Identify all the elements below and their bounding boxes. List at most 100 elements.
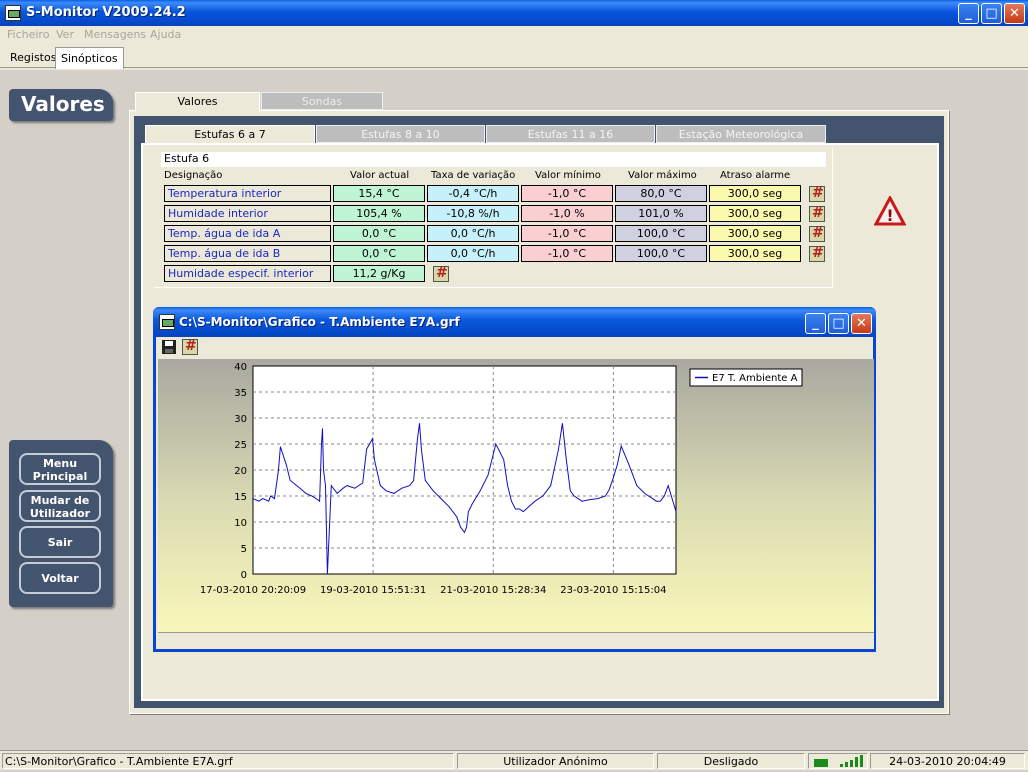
row-name: Temp. água de ida A — [164, 225, 331, 242]
status-path: C:\S-Monitor\Grafico - T.Ambiente E7A.gr… — [2, 753, 454, 769]
menu-principal-button[interactable]: Menu Principal — [19, 453, 101, 485]
top-tab-bar: Registos Sinópticos — [0, 46, 1028, 69]
x-tick-label: 21-03-2010 15:28:34 — [440, 585, 546, 596]
graph-app-icon — [159, 314, 175, 330]
line-chart: 0 5 10 15 20 25 30 35 40 17-03-2010 20:20:09 19-03… — [200, 362, 803, 596]
panel-title: Valores — [9, 89, 113, 121]
y-tick-label: 10 — [234, 518, 247, 529]
legend-label: E7 T. Ambiente A — [712, 373, 798, 384]
header-valor-actual: Valor actual — [350, 170, 410, 181]
x-tick-label: 19-03-2010 15:51:31 — [320, 585, 426, 596]
header-valor-minimo: Valor mínimo — [535, 170, 601, 181]
graph-grid-icon[interactable] — [809, 225, 825, 242]
status-signal — [808, 753, 868, 769]
tab-sinopticos[interactable]: Sinópticos — [55, 47, 124, 69]
warning-icon[interactable]: ! — [874, 196, 906, 226]
value-maximo[interactable]: 100,0 °C — [615, 245, 707, 262]
row-name: Temperatura interior — [164, 185, 331, 202]
graph-window: C:\S-Monitor\Grafico - T.Ambiente E7A.gr… — [153, 307, 876, 652]
graph-grid-icon[interactable] — [809, 185, 825, 202]
voltar-button[interactable]: Voltar — [19, 562, 101, 594]
row-name: Humidade especif. interior — [164, 265, 331, 282]
close-button[interactable]: ✕ — [1004, 3, 1025, 24]
value-actual: 11,2 g/Kg — [333, 265, 425, 282]
value-minimo[interactable]: -1,0 % — [521, 205, 613, 222]
tab-sondas[interactable]: Sondas — [261, 92, 383, 110]
main-window: S-Monitor V2009.24.2 _ □ ✕ Ficheiro Ver … — [0, 0, 1028, 770]
y-tick-label: 0 — [241, 570, 247, 581]
value-taxa: -10,8 %/h — [427, 205, 519, 222]
sair-button[interactable]: Sair — [19, 526, 101, 558]
graph-grid-icon[interactable] — [182, 338, 198, 355]
value-maximo[interactable]: 101,0 % — [615, 205, 707, 222]
row-name: Humidade interior — [164, 205, 331, 222]
value-minimo[interactable]: -1,0 °C — [521, 185, 613, 202]
svg-text:!: ! — [886, 206, 893, 225]
navigation-panel: Menu Principal Mudar de Utilizador Sair … — [9, 440, 113, 607]
graph-grid-icon[interactable] — [809, 245, 825, 262]
row-name: Temp. água de ida B — [164, 245, 331, 262]
y-tick-label: 15 — [234, 492, 247, 503]
tab-estufas-6-7[interactable]: Estufas 6 a 7 — [145, 125, 315, 145]
graph-minimize-button[interactable]: _ — [805, 313, 826, 334]
value-atraso[interactable]: 300,0 seg — [709, 225, 801, 242]
value-taxa: 0,0 °C/h — [427, 245, 519, 262]
menu-ficheiro[interactable]: Ficheiro — [7, 28, 49, 41]
status-connection: Desligado — [657, 753, 805, 769]
y-tick-label: 35 — [234, 388, 247, 399]
window-title: S-Monitor V2009.24.2 — [26, 5, 186, 20]
y-tick-label: 5 — [241, 544, 247, 555]
menu-bar: Ficheiro Ver Mensagens Ajuda — [0, 26, 1028, 45]
graph-grid-icon[interactable] — [809, 205, 825, 222]
value-maximo[interactable]: 100,0 °C — [615, 225, 707, 242]
value-actual: 0,0 °C — [333, 245, 425, 262]
value-actual: 0,0 °C — [333, 225, 425, 242]
tab-registos[interactable]: Registos — [5, 47, 61, 68]
tab-estacao-meteorologica[interactable]: Estação Meteorológica — [656, 125, 826, 143]
y-tick-label: 25 — [234, 440, 247, 451]
menu-ver[interactable]: Ver — [56, 28, 74, 41]
graph-window-titlebar: C:\S-Monitor\Grafico - T.Ambiente E7A.gr… — [153, 307, 876, 337]
value-atraso[interactable]: 300,0 seg — [709, 205, 801, 222]
menu-ajuda[interactable]: Ajuda — [150, 28, 181, 41]
title-bar: S-Monitor V2009.24.2 _ □ ✕ — [0, 0, 1028, 26]
value-taxa: -0,4 °C/h — [427, 185, 519, 202]
header-designacao: Designação — [164, 170, 223, 181]
value-actual: 105,4 % — [333, 205, 425, 222]
value-minimo[interactable]: -1,0 °C — [521, 245, 613, 262]
estufa-label: Estufa 6 — [161, 152, 826, 167]
menu-mensagens[interactable]: Mensagens — [84, 28, 146, 41]
status-user: Utilizador Anónimo — [457, 753, 654, 769]
graph-grid-icon[interactable] — [433, 265, 449, 282]
graph-maximize-button[interactable]: □ — [828, 313, 849, 334]
save-icon[interactable] — [161, 339, 177, 355]
value-maximo[interactable]: 80,0 °C — [615, 185, 707, 202]
y-tick-label: 40 — [234, 362, 247, 373]
header-taxa-variacao: Taxa de variação — [431, 170, 516, 181]
graph-plot-area: 0 5 10 15 20 25 30 35 40 17-03-2010 20:20:09 19-03… — [158, 359, 874, 632]
x-tick-label: 23-03-2010 15:15:04 — [560, 585, 666, 596]
x-tick-label: 17-03-2010 20:20:09 — [200, 585, 306, 596]
graph-close-button[interactable]: ✕ — [851, 313, 872, 334]
y-tick-label: 30 — [234, 414, 247, 425]
graph-window-title: C:\S-Monitor\Grafico - T.Ambiente E7A.gr… — [179, 315, 460, 329]
value-atraso[interactable]: 300,0 seg — [709, 245, 801, 262]
tab-valores[interactable]: Valores — [135, 92, 260, 112]
status-datetime: 24-03-2010 20:04:49 — [870, 753, 1025, 769]
signal-strength-icon — [814, 755, 863, 767]
value-taxa: 0,0 °C/h — [427, 225, 519, 242]
header-valor-maximo: Valor máximo — [628, 170, 697, 181]
value-actual: 15,4 °C — [333, 185, 425, 202]
tab-estufas-11-16[interactable]: Estufas 11 a 16 — [486, 125, 655, 143]
value-minimo[interactable]: -1,0 °C — [521, 225, 613, 242]
app-icon — [5, 5, 21, 21]
maximize-button[interactable]: □ — [981, 3, 1002, 24]
mudar-utilizador-button[interactable]: Mudar de Utilizador — [19, 490, 101, 522]
y-tick-label: 20 — [234, 466, 247, 477]
minimize-button[interactable]: _ — [958, 3, 979, 24]
value-atraso[interactable]: 300,0 seg — [709, 185, 801, 202]
graph-statusbar — [158, 632, 874, 649]
tab-estufas-8-10[interactable]: Estufas 8 a 10 — [316, 125, 485, 143]
status-bar: C:\S-Monitor\Grafico - T.Ambiente E7A.gr… — [0, 750, 1028, 770]
header-atraso-alarme: Atraso alarme — [720, 170, 791, 181]
